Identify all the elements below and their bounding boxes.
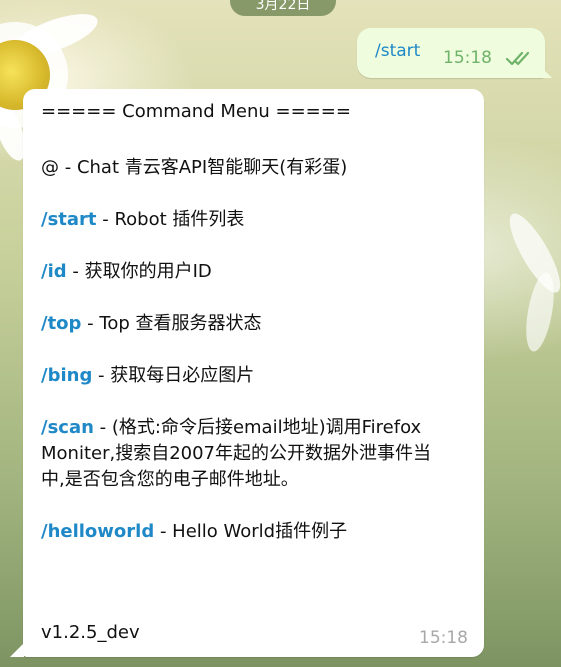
version-text: v1.2.5_dev <box>41 622 140 643</box>
command-desc-top: - Top 查看服务器状态 <box>81 313 262 334</box>
command-desc-start: - Robot 插件列表 <box>96 209 245 230</box>
outgoing-message[interactable]: /start 15:18 <box>357 28 545 78</box>
command-id: /id - 获取你的用户ID <box>41 257 212 283</box>
command-link-start[interactable]: /start <box>41 209 97 230</box>
command-desc-bing: - 获取每日必应图片 <box>92 365 255 386</box>
command-link-bing[interactable]: /bing <box>41 365 92 386</box>
double-check-icon <box>505 51 530 66</box>
command-scan: /scan - (格式:命令后接email地址)调用Firefox <box>41 413 421 439</box>
chat-command-line: @ - Chat 青云客API智能聊天(有彩蛋) <box>41 157 348 178</box>
menu-header: ===== Command Menu ===== <box>41 101 351 122</box>
command-desc-scan: - (格式:命令后接email地址)调用Firefox <box>93 417 422 438</box>
outgoing-bubble-tail <box>538 64 552 78</box>
command-top: /top - Top 查看服务器状态 <box>41 309 261 335</box>
date-pill: 3月22日 <box>230 0 336 16</box>
incoming-message-time: 15:18 <box>419 628 468 648</box>
command-desc-helloworld: - Hello World插件例子 <box>154 521 348 542</box>
command-link-helloworld[interactable]: /helloworld <box>41 521 154 542</box>
command-link-scan[interactable]: /scan <box>41 417 94 438</box>
command-desc-id: - 获取你的用户ID <box>66 261 212 282</box>
command-start: /start - Robot 插件列表 <box>41 205 244 231</box>
command-link-id[interactable]: /id <box>41 261 67 282</box>
command-helloworld: /helloworld - Hello World插件例子 <box>41 517 347 543</box>
outgoing-message-time: 15:18 <box>443 48 492 68</box>
command-scan-desc-line-2: Moniter,搜索自2007年起的公开数据外泄事件当 <box>41 443 432 464</box>
incoming-message[interactable]: ===== Command Menu ===== @ - Chat 青云客API… <box>23 89 484 657</box>
incoming-bubble-tail <box>10 643 24 657</box>
command-link-top[interactable]: /top <box>41 313 81 334</box>
outgoing-message-text[interactable]: /start <box>375 41 420 61</box>
command-bing: /bing - 获取每日必应图片 <box>41 361 254 387</box>
command-scan-desc-line-3: 中,是否包含您的电子邮件地址。 <box>41 469 299 490</box>
